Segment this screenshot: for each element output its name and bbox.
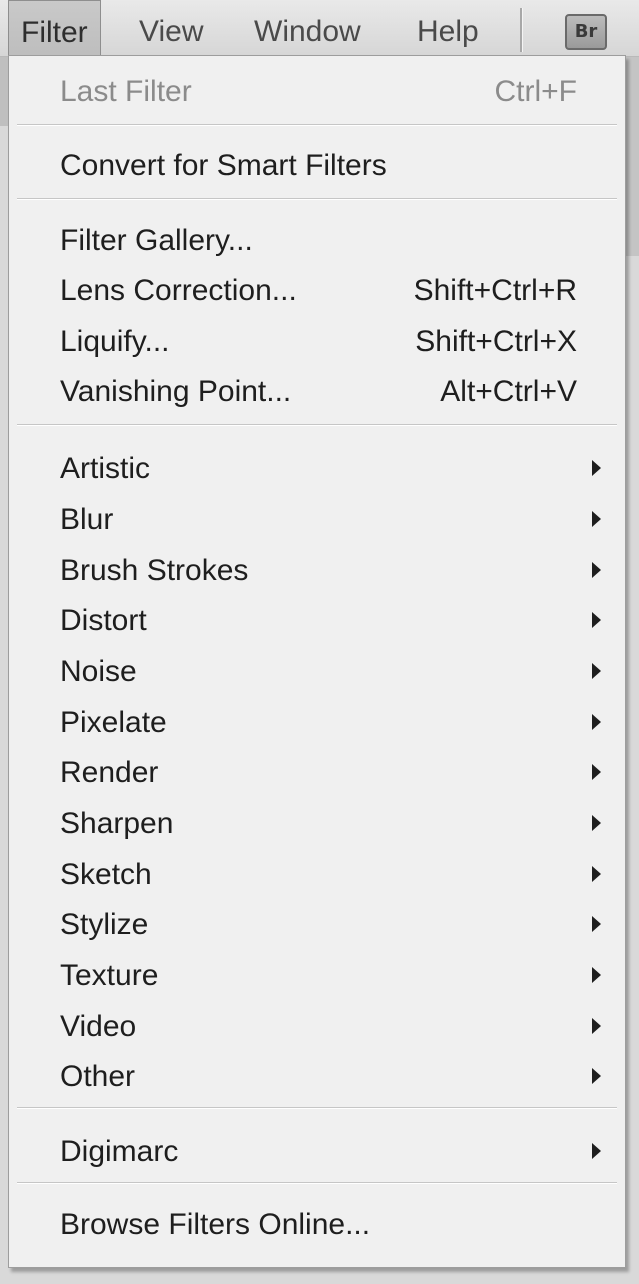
menu-item-shortcut: Shift+Ctrl+X <box>415 325 577 358</box>
menu-item-video[interactable]: Video <box>9 1002 625 1052</box>
menu-item-label: Lens Correction... <box>60 274 297 307</box>
menu-item-digimarc[interactable]: Digimarc <box>9 1127 625 1177</box>
submenu-arrow-icon <box>592 815 601 831</box>
menu-item-stylize[interactable]: Stylize <box>9 900 625 950</box>
submenu-arrow-icon <box>592 714 601 730</box>
submenu-arrow-icon <box>592 663 601 679</box>
menu-item-sharpen[interactable]: Sharpen <box>9 799 625 849</box>
menu-item-label: Digimarc <box>60 1135 179 1168</box>
menu-item-label: Blur <box>60 503 114 536</box>
menu-item-sketch[interactable]: Sketch <box>9 850 625 900</box>
menu-separator <box>17 1107 617 1109</box>
submenu-arrow-icon <box>592 1068 601 1084</box>
submenu-arrow-icon <box>592 916 601 932</box>
menu-item-label: Brush Strokes <box>60 554 249 587</box>
menu-item-label: Browse Filters Online... <box>60 1208 371 1241</box>
menu-separator <box>17 424 617 426</box>
menu-item-convert-for-smart-filters[interactable]: Convert for Smart Filters <box>9 141 625 191</box>
menu-view[interactable]: View <box>139 0 203 56</box>
menu-item-artistic[interactable]: Artistic <box>9 444 625 494</box>
menu-item-brush-strokes[interactable]: Brush Strokes <box>9 546 625 596</box>
menu-item-noise[interactable]: Noise <box>9 647 625 697</box>
menu-item-distort[interactable]: Distort <box>9 596 625 646</box>
menu-item-vanishing-point[interactable]: Vanishing Point... Alt+Ctrl+V <box>9 367 625 417</box>
submenu-arrow-icon <box>592 460 601 476</box>
submenu-arrow-icon <box>592 764 601 780</box>
menu-item-render[interactable]: Render <box>9 748 625 798</box>
menu-item-label: Sketch <box>60 858 152 891</box>
menu-item-label: Vanishing Point... <box>60 375 292 408</box>
menu-separator <box>17 124 617 126</box>
menu-window[interactable]: Window <box>254 0 361 56</box>
menu-item-label: Convert for Smart Filters <box>60 149 387 182</box>
menu-item-label: Stylize <box>60 908 149 941</box>
menu-help[interactable]: Help <box>417 0 479 56</box>
menu-item-label: Liquify... <box>60 325 170 358</box>
submenu-arrow-icon <box>592 866 601 882</box>
menu-item-shortcut: Ctrl+F <box>494 75 578 108</box>
menu-item-label: Render <box>60 756 159 789</box>
menu-item-label: Sharpen <box>60 807 174 840</box>
menu-item-label: Texture <box>60 959 159 992</box>
menu-item-label: Distort <box>60 604 147 637</box>
bridge-button[interactable]: Br <box>565 14 607 50</box>
menu-item-label: Last Filter <box>60 75 192 108</box>
menu-bar-separator <box>520 8 523 52</box>
background-panel-right <box>625 56 639 256</box>
menu-item-texture[interactable]: Texture <box>9 951 625 1001</box>
menu-item-label: Artistic <box>60 452 150 485</box>
app-window: Filter View Window Help Br Last Filter C… <box>0 0 639 1284</box>
menu-item-last-filter[interactable]: Last Filter Ctrl+F <box>9 67 625 117</box>
menu-item-label: Pixelate <box>60 706 167 739</box>
menu-item-label: Noise <box>60 655 137 688</box>
menu-item-filter-gallery[interactable]: Filter Gallery... <box>9 216 625 266</box>
menu-item-label: Filter Gallery... <box>60 224 253 257</box>
menu-item-lens-correction[interactable]: Lens Correction... Shift+Ctrl+R <box>9 266 625 316</box>
submenu-arrow-icon <box>592 1018 601 1034</box>
menu-item-label: Video <box>60 1010 137 1043</box>
menu-item-shortcut: Shift+Ctrl+R <box>413 274 577 307</box>
menu-separator <box>17 1182 617 1184</box>
menu-item-liquify[interactable]: Liquify... Shift+Ctrl+X <box>9 317 625 367</box>
submenu-arrow-icon <box>592 1143 601 1159</box>
submenu-arrow-icon <box>592 562 601 578</box>
menu-item-shortcut: Alt+Ctrl+V <box>440 375 577 408</box>
submenu-arrow-icon <box>592 511 601 527</box>
menu-item-other[interactable]: Other <box>9 1052 625 1102</box>
menu-item-browse-filters-online[interactable]: Browse Filters Online... <box>9 1200 625 1250</box>
submenu-arrow-icon <box>592 967 601 983</box>
menu-item-blur[interactable]: Blur <box>9 495 625 545</box>
menu-bar: Filter View Window Help Br <box>0 0 639 58</box>
filter-dropdown-menu: Last Filter Ctrl+F Convert for Smart Fil… <box>8 55 626 1268</box>
menu-item-label: Other <box>60 1060 136 1093</box>
submenu-arrow-icon <box>592 612 601 628</box>
menu-filter[interactable]: Filter <box>8 0 101 58</box>
menu-separator <box>17 198 617 200</box>
menu-item-pixelate[interactable]: Pixelate <box>9 698 625 748</box>
